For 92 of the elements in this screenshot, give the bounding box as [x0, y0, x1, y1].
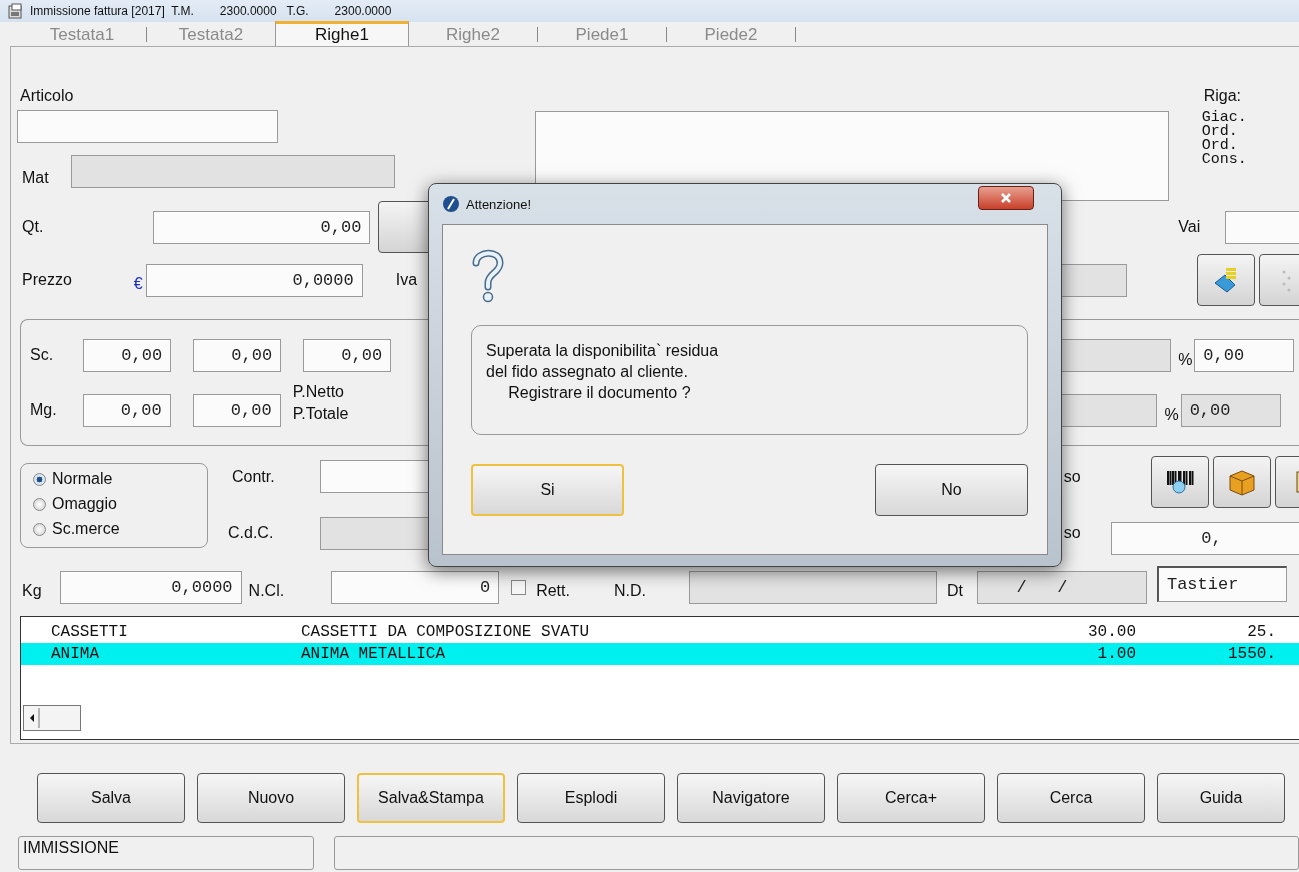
radio-button[interactable]: [33, 522, 46, 536]
dialog-button[interactable]: Si: [471, 464, 624, 516]
currency-symbol: €: [133, 275, 143, 293]
document-icon: [8, 3, 24, 19]
toolbar-button[interactable]: Navigatore: [677, 773, 825, 823]
radio-option[interactable]: Sc.merce: [33, 516, 207, 542]
radio-button[interactable]: [33, 472, 46, 486]
input-field[interactable]: [17, 110, 278, 143]
field-label: Articolo: [20, 87, 75, 105]
radio-option[interactable]: Omaggio: [33, 491, 207, 517]
input-field[interactable]: [688, 570, 937, 604]
field-label: Mg.: [30, 401, 57, 419]
stock-label: Ord.: [1201, 125, 1239, 139]
percent-sign: %: [1178, 351, 1193, 369]
toolbar-button[interactable]: Nuovo: [197, 773, 345, 823]
input-field[interactable]: 0,0000: [145, 263, 363, 297]
field-label: C.d.C.: [228, 524, 275, 542]
field-label: so: [1063, 524, 1081, 542]
close-icon: [1000, 193, 1012, 203]
input-field[interactable]: 0,00: [82, 393, 171, 427]
stock-label: Cons.: [1201, 153, 1247, 167]
window-title-value: 2300.0000: [219, 4, 277, 18]
input-field[interactable]: 0,00: [192, 393, 281, 427]
input-field[interactable]: [319, 460, 430, 493]
table-cell-text: 25.: [1246, 623, 1276, 641]
field-label: Dt: [946, 582, 963, 600]
window-title: Immissione fattura [2017] T.M.: [30, 4, 194, 18]
input-field[interactable]: 0,00: [303, 338, 392, 372]
input-field[interactable]: 0,00: [153, 210, 371, 244]
scrollbar[interactable]: [23, 705, 81, 731]
checkbox[interactable]: [511, 579, 527, 595]
field-label: Vai: [1178, 218, 1201, 236]
table-cell-text: CASSETTI DA COMPOSIZIONE SVATU: [301, 623, 591, 641]
toolbar-button[interactable]: Esplodi: [517, 773, 665, 823]
table-cell-text: 30.00: [1087, 623, 1136, 641]
status-field: IMMISSIONE: [18, 836, 314, 870]
input-field[interactable]: 0,00: [193, 338, 282, 372]
window-title-label: T.G.: [286, 4, 309, 18]
table-cell-text: ANIMA: [50, 645, 100, 663]
message-text: Superata la disponibilita` residua del fido assegnato al cliente. Registrare il documento ?: [471, 325, 1028, 435]
input-field[interactable]: 0,: [1110, 521, 1299, 555]
toolbar-button[interactable]: Cerca: [997, 773, 1145, 823]
window-title-value: 2300.0000: [334, 4, 392, 18]
input-field[interactable]: 0: [331, 570, 500, 604]
field-label: Iva: [395, 271, 418, 289]
radio-button[interactable]: [33, 497, 46, 511]
question-icon: [471, 247, 505, 303]
dialog-button[interactable]: No: [875, 464, 1028, 516]
field-label: Kg: [22, 582, 42, 600]
input-field[interactable]: 0,0000: [59, 570, 242, 604]
list-row[interactable]: CASSETTI CASSETTI DA COMPOSIZIONE SVATU 30.00 25.: [21, 621, 1299, 643]
table-cell-text: ANIMA METALLICA: [301, 645, 447, 663]
field-label: P.Netto: [292, 383, 345, 401]
input-mode-field[interactable]: Tastier: [1156, 566, 1287, 602]
dialog-title: Attenzione!: [466, 196, 532, 212]
field-label: P.Totale: [292, 405, 349, 423]
close-button[interactable]: [978, 186, 1034, 210]
field-label: so: [1063, 468, 1081, 486]
field-label: Qt.: [22, 218, 44, 236]
toolbar-button[interactable]: Cerca+: [837, 773, 985, 823]
field-label: N.D.: [613, 582, 646, 600]
list-row[interactable]: ANIMA ANIMA METALLICA 1.00 1550.: [21, 643, 1299, 665]
toolbar-button[interactable]: Guida: [1157, 773, 1285, 823]
box-icon: [1226, 467, 1257, 496]
toolbar-button[interactable]: [1197, 254, 1256, 306]
table-cell-text: CASSETTI: [50, 623, 129, 641]
radio-option[interactable]: Normale: [33, 466, 207, 492]
table-cell-text: 1550.: [1227, 645, 1276, 663]
stock-label: Giac.: [1201, 111, 1247, 125]
checkbox-label: Rett.: [536, 582, 570, 600]
input-field[interactable]: [319, 517, 430, 550]
barcode-icon: [1164, 469, 1195, 494]
stock-label: Ord.: [1201, 139, 1238, 153]
toolbar-button[interactable]: [1212, 455, 1271, 508]
field-label: Sc.: [30, 346, 54, 364]
toolbar-button[interactable]: [1150, 455, 1209, 508]
field-label: Prezzo: [22, 271, 72, 289]
tab[interactable]: Righe1: [275, 21, 409, 46]
field-label: Mat: [22, 168, 49, 187]
percent-sign: %: [1164, 406, 1179, 424]
toolbar-button[interactable]: Salva&Stampa: [357, 773, 505, 823]
input-field[interactable]: 0,00: [83, 338, 172, 372]
input-field[interactable]: [1225, 210, 1299, 244]
input-field[interactable]: 0,00: [1194, 338, 1295, 372]
field-label: Contr.: [232, 468, 275, 486]
field-label: Riga:: [1203, 87, 1243, 105]
table-cell-text: 1.00: [1096, 645, 1136, 663]
date-field[interactable]: / /: [976, 570, 1147, 604]
field-label: N.Cl.: [248, 582, 285, 600]
input-field[interactable]: [70, 155, 395, 188]
toolbar-button[interactable]: Salva: [37, 773, 185, 823]
app-icon: [442, 195, 460, 213]
